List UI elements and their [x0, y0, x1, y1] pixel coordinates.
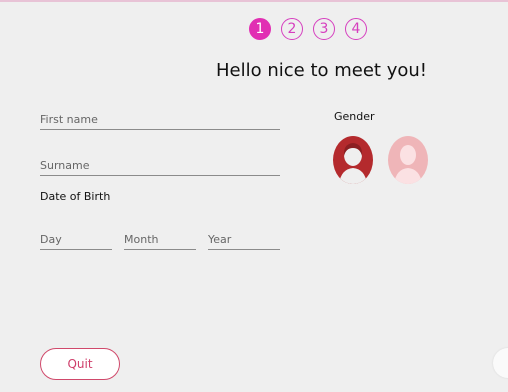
top-border-line — [0, 0, 508, 2]
dob-year-container — [208, 228, 280, 250]
step-1[interactable]: 1 — [249, 18, 271, 40]
female-avatar-icon — [339, 143, 367, 184]
female-gender-option[interactable] — [333, 136, 373, 184]
next-button[interactable] — [493, 348, 508, 378]
dob-label: Date of Birth — [40, 190, 111, 203]
first-name-input[interactable] — [40, 113, 280, 130]
male-avatar-icon — [394, 145, 422, 184]
male-gender-option[interactable] — [388, 136, 428, 184]
dob-month-container — [124, 228, 196, 250]
step-3[interactable]: 3 — [313, 18, 335, 40]
step-2[interactable]: 2 — [281, 18, 303, 40]
gender-label: Gender — [334, 110, 375, 123]
dob-month-input[interactable] — [124, 233, 196, 250]
surname-container — [40, 154, 280, 176]
dob-day-container — [40, 228, 112, 250]
quit-button[interactable]: Quit — [40, 348, 120, 380]
dob-year-input[interactable] — [208, 233, 280, 250]
page-title: Hello nice to meet you! — [216, 60, 427, 81]
surname-input[interactable] — [40, 159, 280, 176]
dob-day-input[interactable] — [40, 233, 112, 250]
progress-stepper: 1 2 3 4 — [249, 18, 367, 40]
step-4[interactable]: 4 — [345, 18, 367, 40]
first-name-container — [40, 108, 280, 130]
